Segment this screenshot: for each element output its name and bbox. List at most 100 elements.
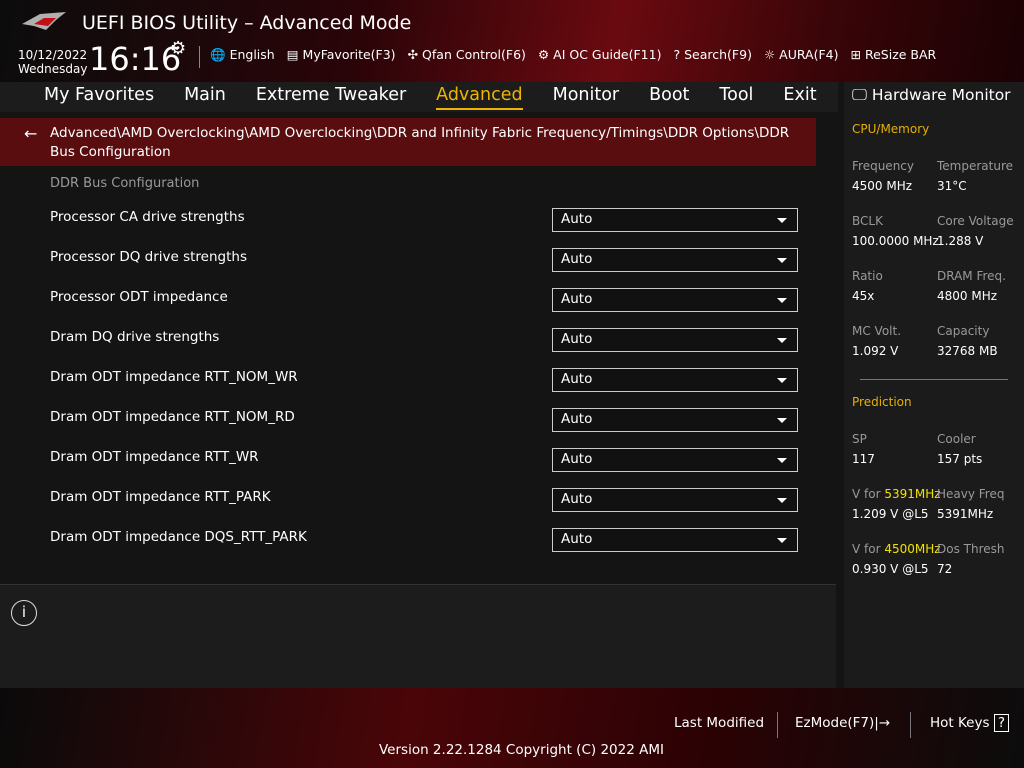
tab-tool[interactable]: Tool bbox=[719, 82, 753, 112]
divider bbox=[860, 379, 1008, 380]
chevron-down-icon bbox=[777, 458, 787, 463]
back-arrow-icon[interactable]: ← bbox=[24, 124, 37, 143]
toolbar-item[interactable]: ? Search(F9) bbox=[673, 47, 751, 63]
setting-label: Dram ODT impedance RTT_WR bbox=[50, 449, 259, 465]
setting-dropdown[interactable]: Auto bbox=[552, 448, 798, 472]
setting-row: Dram ODT impedance RTT_WR Auto bbox=[50, 448, 798, 472]
gear-icon[interactable]: ⚙ bbox=[170, 38, 186, 59]
setting-row: Dram ODT impedance DQS_RTT_PARK Auto bbox=[50, 528, 798, 552]
ezmode-button[interactable]: EzMode(F7)|→ bbox=[795, 715, 890, 731]
heavy-freq-label: Heavy Freq bbox=[937, 487, 1005, 501]
hw-label: MC Volt. bbox=[852, 324, 902, 338]
toolbar-item[interactable]: 🌐 English bbox=[210, 47, 275, 63]
heavy-freq-value: 5391MHz bbox=[937, 507, 994, 521]
dropdown-value: Auto bbox=[561, 491, 593, 507]
hw-label: BCLK bbox=[852, 214, 883, 228]
hw-label: DRAM Freq. bbox=[937, 269, 1006, 283]
aura-icon: ☼ bbox=[763, 47, 776, 62]
hw-label: Ratio bbox=[852, 269, 883, 283]
hw-label: Frequency bbox=[852, 159, 914, 173]
hw-label: Core Voltage bbox=[937, 214, 1014, 228]
tab-extreme-tweaker[interactable]: Extreme Tweaker bbox=[256, 82, 406, 112]
setting-dropdown[interactable]: Auto bbox=[552, 408, 798, 432]
setting-dropdown[interactable]: Auto bbox=[552, 288, 798, 312]
setting-row: Processor CA drive strengths Auto bbox=[50, 208, 798, 232]
chevron-down-icon bbox=[777, 538, 787, 543]
tab-advanced[interactable]: Advanced bbox=[436, 82, 523, 110]
setting-label: Processor CA drive strengths bbox=[50, 209, 245, 225]
globe-icon: 🌐 bbox=[210, 47, 226, 62]
setting-row: Dram DQ drive strengths Auto bbox=[50, 328, 798, 352]
section-title: DDR Bus Configuration bbox=[50, 176, 200, 191]
help-panel bbox=[0, 584, 836, 688]
chevron-down-icon bbox=[777, 418, 787, 423]
dos-thresh-label: Dos Thresh bbox=[937, 542, 1005, 556]
favorite-icon: ▤ bbox=[286, 47, 299, 62]
setting-dropdown[interactable]: Auto bbox=[552, 328, 798, 352]
hw-value: 1.288 V bbox=[937, 234, 984, 248]
toolbar-item[interactable]: ⊞ ReSize BAR bbox=[851, 47, 937, 63]
hw-value: 4800 MHz bbox=[937, 289, 998, 303]
clock: 16:16 bbox=[89, 40, 182, 78]
dropdown-value: Auto bbox=[561, 371, 593, 387]
rog-logo-icon bbox=[22, 12, 66, 30]
divider bbox=[199, 46, 200, 68]
setting-label: Dram ODT impedance RTT_NOM_RD bbox=[50, 409, 295, 425]
vfor1-label: V for 5391MHz bbox=[852, 487, 941, 501]
dropdown-value: Auto bbox=[561, 211, 593, 227]
cooler-label: Cooler bbox=[937, 432, 976, 446]
hw-value: 100.0000 MHz bbox=[852, 234, 939, 248]
tab-exit[interactable]: Exit bbox=[783, 82, 816, 112]
toolbar-item[interactable]: ⚙ AI OC Guide(F11) bbox=[538, 47, 662, 63]
hot-keys-button[interactable]: Hot Keys ? bbox=[930, 714, 1009, 732]
chevron-down-icon bbox=[777, 338, 787, 343]
sp-value: 117 bbox=[852, 452, 875, 466]
fan-icon: ✣ bbox=[407, 47, 419, 62]
date: 10/12/2022 bbox=[18, 48, 88, 62]
setting-label: Processor ODT impedance bbox=[50, 289, 228, 305]
setting-label: Processor DQ drive strengths bbox=[50, 249, 247, 265]
hw-value: 31°C bbox=[937, 179, 967, 193]
tab-my-favorites[interactable]: My Favorites bbox=[44, 82, 154, 112]
hw-value: 45x bbox=[852, 289, 875, 303]
toolbar-item[interactable]: ✣ Qfan Control(F6) bbox=[408, 47, 526, 63]
toolbar: 🌐 English ▤ MyFavorite(F3) ✣ Qfan Control(F6)… bbox=[210, 47, 936, 63]
hw-value: 1.092 V bbox=[852, 344, 899, 358]
setting-label: Dram DQ drive strengths bbox=[50, 329, 220, 345]
chevron-down-icon bbox=[777, 498, 787, 503]
setting-dropdown[interactable]: Auto bbox=[552, 208, 798, 232]
tab-main[interactable]: Main bbox=[184, 82, 226, 112]
main-tabs: My Favorites Main Extreme Tweaker Advanced M… bbox=[0, 82, 838, 112]
vfor-text: V for bbox=[852, 542, 881, 556]
resize-bar-icon: ⊞ bbox=[850, 47, 861, 62]
freq1: 5391MHz bbox=[884, 487, 941, 501]
version-text: Version 2.22.1284 Copyright (C) 2022 AMI bbox=[379, 742, 664, 758]
setting-label: Dram ODT impedance RTT_NOM_WR bbox=[50, 369, 298, 385]
setting-dropdown[interactable]: Auto bbox=[552, 368, 798, 392]
last-modified-button[interactable]: Last Modified bbox=[674, 715, 764, 731]
setting-label: Dram ODT impedance RTT_PARK bbox=[50, 489, 271, 505]
app-title: UEFI BIOS Utility – Advanced Mode bbox=[82, 12, 412, 34]
toolbar-label: Search(F9) bbox=[684, 47, 752, 62]
tab-monitor[interactable]: Monitor bbox=[553, 82, 620, 112]
toolbar-item[interactable]: ☼ AURA(F4) bbox=[764, 47, 839, 63]
date-display: 10/12/2022 Wednesday bbox=[18, 48, 87, 76]
tab-boot[interactable]: Boot bbox=[649, 82, 689, 112]
setting-row: Dram ODT impedance RTT_PARK Auto bbox=[50, 488, 798, 512]
divider bbox=[910, 712, 911, 738]
toolbar-item[interactable]: ▤ MyFavorite(F3) bbox=[287, 47, 396, 63]
toolbar-label: AURA(F4) bbox=[779, 47, 839, 62]
dropdown-value: Auto bbox=[561, 531, 593, 547]
toolbar-label: MyFavorite(F3) bbox=[302, 47, 396, 62]
dropdown-value: Auto bbox=[561, 411, 593, 427]
dropdown-value: Auto bbox=[561, 251, 593, 267]
setting-dropdown[interactable]: Auto bbox=[552, 248, 798, 272]
setting-row: Processor DQ drive strengths Auto bbox=[50, 248, 798, 272]
chevron-down-icon bbox=[777, 218, 787, 223]
hw-value: 32768 MB bbox=[937, 344, 998, 358]
toolbar-label: Qfan Control(F6) bbox=[422, 47, 526, 62]
setting-dropdown[interactable]: Auto bbox=[552, 488, 798, 512]
ai-oc-icon: ⚙ bbox=[537, 47, 550, 62]
setting-dropdown[interactable]: Auto bbox=[552, 528, 798, 552]
cooler-value: 157 pts bbox=[937, 452, 983, 466]
